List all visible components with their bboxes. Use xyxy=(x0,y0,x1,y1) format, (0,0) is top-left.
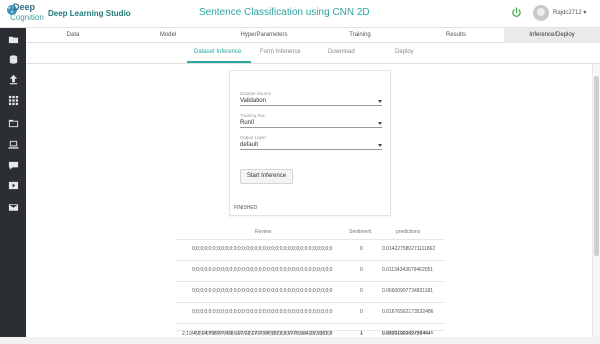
sidebar-item-videos[interactable] xyxy=(0,176,26,194)
cell-sentiment: 0 xyxy=(360,309,363,315)
table-row: 0;0;0;0;0;0;0;0;0;0;0;0;0;0;0;0;0;0;0;0;… xyxy=(176,239,444,260)
table-row: 0;0;0;0;0;0;0;0;0;0;0;0;0;0;0;0;0;0;0;0;… xyxy=(176,281,444,302)
upload-icon xyxy=(9,74,17,84)
table-row: 0;0;0;0;0;0;0;0;0;0;0;0;0;0;0;0;0;0;0;0;… xyxy=(176,302,444,323)
sidebar-item-environments[interactable] xyxy=(0,135,26,153)
dataset-source-label: Dataset Source xyxy=(240,91,272,96)
scrollbar-thumb[interactable] xyxy=(594,76,599,256)
inference-status: FINISHED xyxy=(234,205,258,211)
column-header-sentiment: Sentiment xyxy=(349,229,372,235)
folder-icon xyxy=(8,36,18,43)
output-layer-label: Output Layer xyxy=(240,135,267,140)
cell-prediction: 0.01676562173532486 xyxy=(382,309,434,315)
subtab-deploy[interactable]: Deploy xyxy=(395,49,414,55)
sidebar-item-datasets[interactable] xyxy=(0,50,26,68)
cell-review: 2;19;4;2;14;798;57;438;167;12;1737;94;15… xyxy=(182,331,333,337)
mail-icon xyxy=(8,203,18,211)
dataset-source-field: Dataset Source Validation xyxy=(240,91,382,106)
column-header-review: Review xyxy=(255,229,272,235)
grid-icon xyxy=(8,95,18,105)
cell-sentiment: 0 xyxy=(360,267,363,273)
cell-prediction: 0.06600907734831181 xyxy=(382,288,434,294)
cell-prediction: 0.8520196262725444 xyxy=(382,331,431,337)
sidebar-item-messages[interactable] xyxy=(0,198,26,216)
table-row: 2;19;4;2;14;798;57;438;167;12;1737;94;15… xyxy=(176,330,444,337)
table-row: 0;0;0;0;0;0;0;0;0;0;0;0;0;0;0;0;0;0;0;0;… xyxy=(176,260,444,281)
cell-sentiment: 1 xyxy=(360,331,363,337)
studio-name: Deep Learning Studio xyxy=(48,9,131,18)
database-icon xyxy=(9,54,17,64)
project-title: Sentence Classification using CNN 2D xyxy=(199,7,370,18)
subtab-form-inference[interactable]: Form Inference xyxy=(260,49,301,55)
top-bar: Deep Cognition Deep Learning Studio Sent… xyxy=(0,0,600,28)
sidebar-item-upload[interactable] xyxy=(0,70,26,88)
laptop-icon xyxy=(7,140,19,149)
output-layer-select[interactable]: default xyxy=(240,141,382,150)
tab-model[interactable]: Model xyxy=(120,28,216,43)
inference-card: Dataset Source Validation Training Run R… xyxy=(229,70,391,216)
tab-inference-deploy[interactable]: Inference/Deploy xyxy=(504,28,600,43)
video-icon xyxy=(8,181,18,189)
user-menu[interactable]: Rajdc2712 ▾ xyxy=(553,9,586,16)
power-icon[interactable] xyxy=(511,7,522,18)
dataset-source-select[interactable]: Validation xyxy=(240,97,382,106)
sidebar-item-files[interactable] xyxy=(0,114,26,132)
cell-prediction: 0.01134343679462051 xyxy=(382,267,434,273)
sub-tab-bar: Dataset Inference Form Inference Downloa… xyxy=(26,43,600,64)
column-header-predictions: predictions xyxy=(396,229,421,235)
sidebar-item-apps[interactable] xyxy=(0,91,26,109)
training-run-value: Run0 xyxy=(240,120,255,126)
subtab-download[interactable]: Download xyxy=(328,49,355,55)
output-layer-value: default xyxy=(240,142,259,148)
chat-icon xyxy=(8,161,18,170)
tab-training[interactable]: Training xyxy=(312,28,408,43)
folder-open-icon xyxy=(8,119,18,127)
active-subtab-indicator xyxy=(187,61,251,63)
training-run-field: Training Run Run0 xyxy=(240,113,382,128)
cell-review: 0;0;0;0;0;0;0;0;0;0;0;0;0;0;0;0;0;0;0;0;… xyxy=(192,267,333,273)
content-scrollbar[interactable] xyxy=(592,64,600,337)
output-layer-field: Output Layer default xyxy=(240,135,382,150)
chevron-down-icon xyxy=(378,122,382,125)
sidebar-item-forum[interactable] xyxy=(0,156,26,174)
sidebar-item-projects[interactable] xyxy=(0,30,26,48)
logo-word-cognition: Cognition xyxy=(10,13,44,22)
subtab-dataset-inference[interactable]: Dataset Inference xyxy=(194,49,241,55)
cell-sentiment: 0 xyxy=(360,288,363,294)
training-run-label: Training Run xyxy=(240,113,266,118)
start-inference-button[interactable]: Start Inference xyxy=(240,169,293,184)
tab-hyperparameters[interactable]: HyperParameters xyxy=(216,28,312,43)
main-tab-bar: Data Model HyperParameters Training Resu… xyxy=(26,28,600,43)
cell-review: 0;0;0;0;0;0;0;0;0;0;0;0;0;0;0;0;0;0;0;0;… xyxy=(192,288,333,294)
avatar[interactable] xyxy=(533,5,549,21)
sidebar xyxy=(0,28,26,337)
tab-results[interactable]: Results xyxy=(408,28,504,43)
cell-sentiment: 0 xyxy=(360,246,363,252)
tab-data[interactable]: Data xyxy=(26,28,120,43)
training-run-select[interactable]: Run0 xyxy=(240,119,382,128)
cell-prediction: 0.014227580271111862 xyxy=(382,246,436,252)
cell-review: 0;0;0;0;0;0;0;0;0;0;0;0;0;0;0;0;0;0;0;0;… xyxy=(192,309,333,315)
logo-word-deep: Deep xyxy=(13,2,36,12)
chevron-down-icon xyxy=(378,100,382,103)
cell-review: 0;0;0;0;0;0;0;0;0;0;0;0;0;0;0;0;0;0;0;0;… xyxy=(192,246,333,252)
chevron-down-icon xyxy=(378,144,382,147)
dataset-source-value: Validation xyxy=(240,98,266,104)
